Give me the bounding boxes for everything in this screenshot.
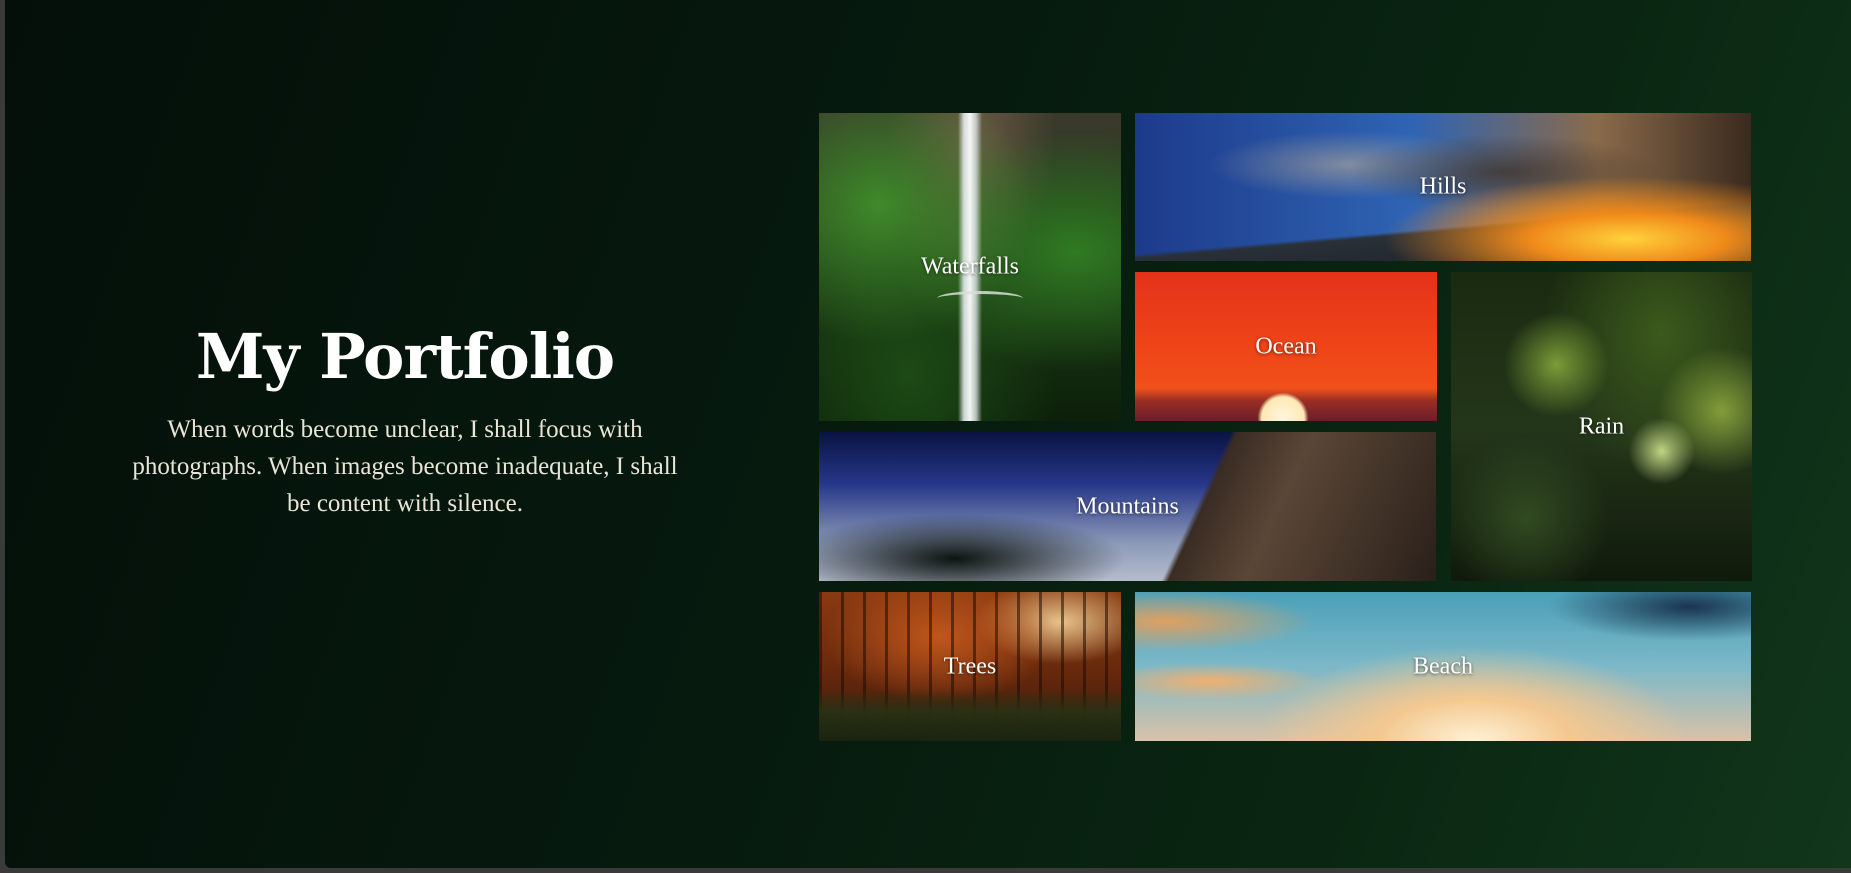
- gallery-tile-hills[interactable]: Hills: [1135, 113, 1751, 261]
- gallery-tile-label: Waterfalls: [920, 253, 1019, 280]
- bridge-shape: [937, 291, 1023, 306]
- gallery-tile-ocean[interactable]: Ocean: [1135, 272, 1437, 421]
- gallery-tile-waterfalls[interactable]: Waterfalls: [819, 113, 1121, 421]
- gallery-tile-label: Rain: [1578, 413, 1625, 439]
- gallery-tile-label: Mountains: [1076, 493, 1179, 519]
- gallery-tile-mountains[interactable]: Mountains: [819, 432, 1436, 581]
- hero-section: My Portfolio When words become unclear, …: [125, 320, 685, 522]
- page-viewport: My Portfolio When words become unclear, …: [5, 0, 1851, 868]
- gallery-tile-rain[interactable]: Rain: [1451, 272, 1752, 581]
- hero-tagline: When words become unclear, I shall focus…: [132, 416, 678, 517]
- gallery-tile-label: Ocean: [1255, 333, 1317, 359]
- gallery-tile-label: Hills: [1419, 173, 1467, 200]
- gallery-tile-trees[interactable]: Trees: [819, 592, 1121, 741]
- page-title: My Portfolio: [195, 320, 615, 393]
- gallery-tile-label: Beach: [1413, 653, 1473, 679]
- gallery-tile-beach[interactable]: Beach: [1135, 592, 1751, 741]
- gallery-tile-label: Trees: [943, 653, 997, 679]
